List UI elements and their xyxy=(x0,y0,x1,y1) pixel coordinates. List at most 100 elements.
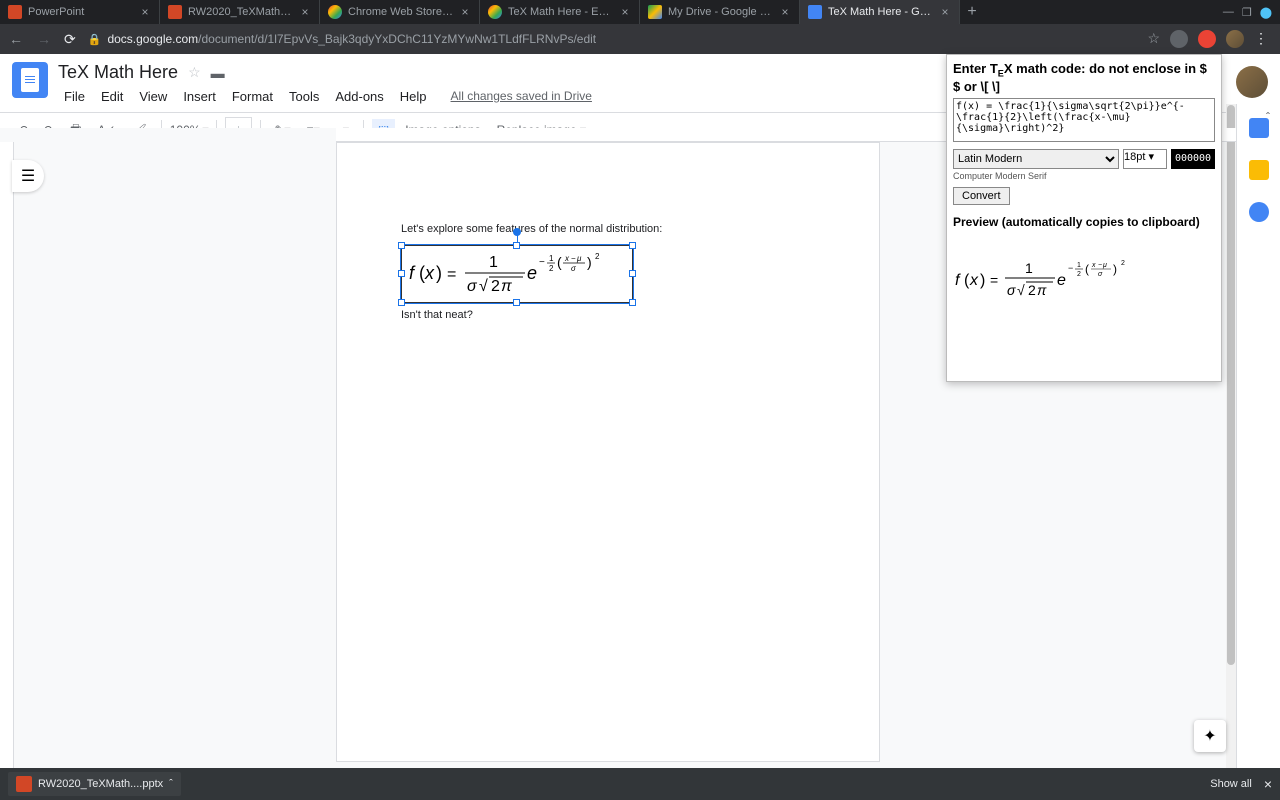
tex-extension-popup: Enter TEX math code: do not enclose in $… xyxy=(946,54,1222,382)
menu-insert[interactable]: Insert xyxy=(177,87,222,106)
reload-button[interactable]: ⟳ xyxy=(64,31,76,48)
svg-text:e: e xyxy=(1057,272,1066,289)
minimize-icon[interactable]: — xyxy=(1223,6,1234,19)
resize-handle[interactable] xyxy=(398,299,405,306)
svg-text:2: 2 xyxy=(595,252,600,261)
svg-text:): ) xyxy=(587,254,592,270)
chevron-up-icon[interactable]: ˆ xyxy=(169,778,173,790)
forward-button[interactable]: → xyxy=(36,31,52,47)
tab-edititem[interactable]: TeX Math Here - Edit Item× xyxy=(480,0,640,24)
tab-docs-active[interactable]: TeX Math Here - Google Docs× xyxy=(800,0,960,24)
outline-toggle-button[interactable]: ☰ xyxy=(12,160,44,192)
resize-handle[interactable] xyxy=(398,242,405,249)
tab-drive[interactable]: My Drive - Google Drive× xyxy=(640,0,800,24)
tab-webstore[interactable]: Chrome Web Store - Extensions× xyxy=(320,0,480,24)
svg-text:1: 1 xyxy=(549,254,554,263)
tab-rw2020[interactable]: RW2020_TeXMathHere_GentrySer× xyxy=(160,0,320,24)
menu-file[interactable]: File xyxy=(58,87,91,106)
close-icon[interactable]: × xyxy=(299,6,311,18)
svg-text:μ: μ xyxy=(576,254,582,263)
svg-text:x: x xyxy=(424,263,435,283)
move-folder-icon[interactable]: ▬ xyxy=(211,65,225,81)
svg-text:x: x xyxy=(564,254,570,263)
svg-text:σ: σ xyxy=(467,278,478,295)
close-icon[interactable]: × xyxy=(619,6,631,18)
resize-handle[interactable] xyxy=(629,270,636,277)
svg-text:2: 2 xyxy=(1077,271,1081,278)
ext-icon-2[interactable] xyxy=(1198,30,1216,48)
download-filename: RW2020_TeXMath....pptx xyxy=(38,778,163,790)
menu-addons[interactable]: Add-ons xyxy=(329,87,389,106)
svg-text:f: f xyxy=(409,263,416,283)
chrome-menu[interactable]: ⋮ xyxy=(1254,30,1272,48)
svg-text:x: x xyxy=(969,272,979,289)
ext-icon-1[interactable] xyxy=(1170,30,1188,48)
profile-avatar[interactable] xyxy=(1226,30,1244,48)
svg-text:σ: σ xyxy=(571,264,577,273)
resize-handle[interactable] xyxy=(629,242,636,249)
download-item[interactable]: RW2020_TeXMath....pptx ˆ xyxy=(8,772,181,796)
address-bar: ← → ⟳ 🔒 docs.google.com/document/d/1l7Ep… xyxy=(0,24,1280,54)
side-panel: ˆ xyxy=(1236,104,1280,768)
close-icon[interactable]: × xyxy=(459,6,471,18)
close-window-icon[interactable]: ⬤ xyxy=(1260,6,1272,19)
svg-text:(: ( xyxy=(557,254,562,270)
preview-label: Preview (automatically copies to clipboa… xyxy=(953,215,1215,229)
tab-powerpoint[interactable]: PowerPoint× xyxy=(0,0,160,24)
paragraph-2[interactable]: Isn't that neat? xyxy=(401,309,815,321)
svg-text:x: x xyxy=(1091,262,1096,269)
font-select[interactable]: Latin Modern xyxy=(953,149,1119,169)
url-field[interactable]: 🔒 docs.google.com/document/d/1l7EpvVs_Ba… xyxy=(88,32,1136,46)
resize-handle[interactable] xyxy=(629,299,636,306)
svg-text:=: = xyxy=(447,266,456,283)
size-select[interactable]: 18pt ▾ xyxy=(1123,149,1167,169)
lock-icon: 🔒 xyxy=(88,33,102,46)
svg-text:√: √ xyxy=(479,278,488,295)
svg-text:μ: μ xyxy=(1102,262,1107,269)
menu-view[interactable]: View xyxy=(133,87,173,106)
svg-text:σ: σ xyxy=(1007,282,1016,298)
rotate-handle[interactable] xyxy=(513,228,521,236)
vertical-scrollbar[interactable] xyxy=(1226,104,1236,768)
tex-code-input[interactable]: f(x) = \frac{1}{\sigma\sqrt{2\pi}}e^{-\f… xyxy=(953,98,1215,142)
explore-button[interactable]: ✦ xyxy=(1194,720,1226,752)
maximize-icon[interactable]: ❐ xyxy=(1242,6,1252,19)
doc-title[interactable]: TeX Math Here xyxy=(58,62,178,83)
convert-button[interactable]: Convert xyxy=(953,187,1010,205)
menu-tools[interactable]: Tools xyxy=(283,87,325,106)
svg-text:1: 1 xyxy=(489,254,498,271)
new-tab-button[interactable]: + xyxy=(960,3,984,21)
ruler-vertical[interactable] xyxy=(0,142,14,768)
svg-text:1: 1 xyxy=(1077,262,1081,269)
close-icon[interactable]: × xyxy=(939,6,951,18)
star-icon[interactable]: ☆ xyxy=(1147,30,1160,48)
keep-icon[interactable] xyxy=(1249,160,1269,180)
menu-help[interactable]: Help xyxy=(394,87,433,106)
close-download-bar[interactable]: × xyxy=(1264,776,1272,792)
browser-tab-bar: PowerPoint× RW2020_TeXMathHere_GentrySer… xyxy=(0,0,1280,24)
show-all-downloads[interactable]: Show all xyxy=(1210,778,1252,790)
color-input[interactable]: 000000 xyxy=(1171,149,1215,169)
menu-format[interactable]: Format xyxy=(226,87,279,106)
svg-text:1: 1 xyxy=(1025,260,1033,276)
docs-logo-icon[interactable] xyxy=(12,62,48,98)
equation-image[interactable]: f ( x ) = 1 σ √ 2 π e − 1 2 ( x − μ xyxy=(401,245,633,303)
svg-text:2: 2 xyxy=(1028,282,1036,298)
collapse-side-icon[interactable]: ˆ xyxy=(1266,110,1270,124)
account-avatar[interactable] xyxy=(1236,66,1268,98)
resize-handle[interactable] xyxy=(513,299,520,306)
menu-edit[interactable]: Edit xyxy=(95,87,129,106)
svg-text:σ: σ xyxy=(1098,271,1103,278)
resize-handle[interactable] xyxy=(398,270,405,277)
close-icon[interactable]: × xyxy=(779,6,791,18)
star-doc-icon[interactable]: ☆ xyxy=(188,64,201,81)
paragraph-1[interactable]: Let's explore some features of the norma… xyxy=(401,223,815,235)
resize-handle[interactable] xyxy=(513,242,520,249)
svg-text:−: − xyxy=(571,254,576,263)
svg-text:√: √ xyxy=(1017,282,1025,298)
document-page[interactable]: Let's explore some features of the norma… xyxy=(336,142,880,762)
save-status[interactable]: All changes saved in Drive xyxy=(445,87,598,106)
back-button[interactable]: ← xyxy=(8,31,24,47)
close-icon[interactable]: × xyxy=(139,6,151,18)
tasks-icon[interactable] xyxy=(1249,202,1269,222)
